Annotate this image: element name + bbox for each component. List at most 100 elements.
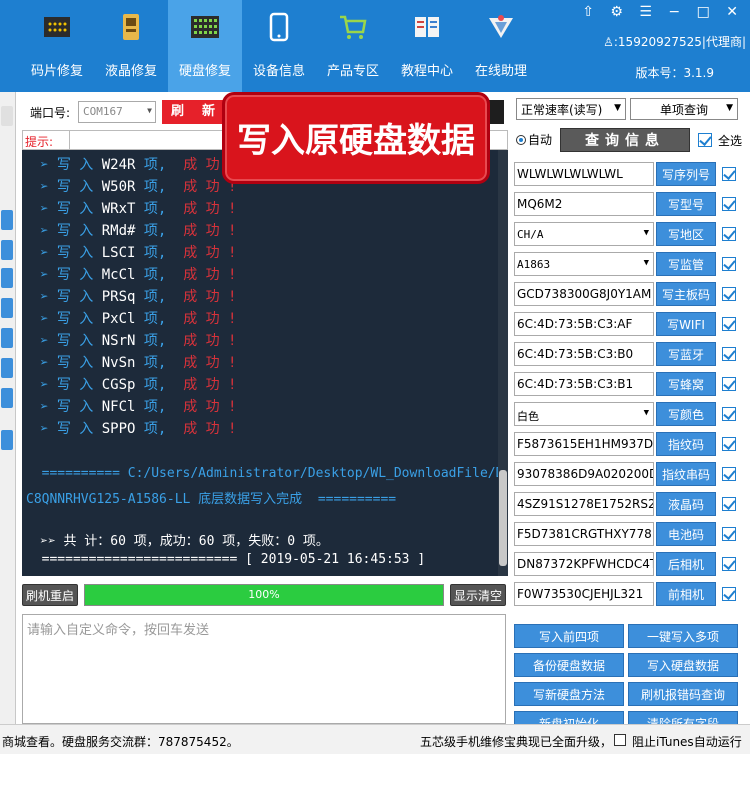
log-register: SPPO bbox=[101, 421, 136, 437]
write-field-button[interactable]: 写主板码 bbox=[656, 282, 716, 306]
write-field-button[interactable]: 写地区 bbox=[656, 222, 716, 246]
field-input[interactable]: 4SZ91S1278E1752RS2A bbox=[514, 492, 654, 516]
write-field-button[interactable]: 指纹串码 bbox=[656, 462, 716, 486]
strip-button[interactable] bbox=[1, 268, 13, 288]
block-itunes-checkbox[interactable] bbox=[614, 734, 626, 746]
auto-radio[interactable]: 自动 bbox=[516, 131, 552, 148]
log-prefix: ➢ 写 入 bbox=[40, 355, 94, 371]
log-register: CGSp bbox=[101, 377, 136, 393]
write-field-button[interactable]: 液晶码 bbox=[656, 492, 716, 516]
action-button[interactable]: 一键写入多项 bbox=[628, 624, 738, 648]
field-checkbox[interactable] bbox=[722, 407, 736, 421]
log-prefix: ➢ 写 入 bbox=[40, 157, 94, 173]
scrollbar-thumb[interactable] bbox=[499, 470, 507, 566]
log-item: 项, bbox=[143, 157, 167, 173]
field-checkbox[interactable] bbox=[722, 527, 736, 541]
write-field-button[interactable]: 写序列号 bbox=[656, 162, 716, 186]
nav-item-chip-repair[interactable]: 码片修复 bbox=[20, 0, 94, 92]
write-field-button[interactable]: 后相机 bbox=[656, 552, 716, 576]
nav-item-products[interactable]: 产品专区 bbox=[316, 0, 390, 92]
write-field-button[interactable]: 指纹码 bbox=[656, 432, 716, 456]
nav-item-lcd-repair[interactable]: 液晶修复 bbox=[94, 0, 168, 92]
field-input[interactable]: F5873615EH1HM937DB bbox=[514, 432, 654, 456]
port-label: 端口号: bbox=[30, 106, 71, 120]
action-button[interactable]: 备份硬盘数据 bbox=[514, 653, 624, 677]
field-input[interactable]: GCD738300G8J0Y1AM bbox=[514, 282, 654, 306]
log-line: ➢ 写 入 PRSq 项, 成 功 ! bbox=[40, 286, 236, 306]
write-field-button[interactable]: 电池码 bbox=[656, 522, 716, 546]
log-item: 项, bbox=[143, 223, 167, 239]
port-select[interactable]: COM167 ▼ bbox=[78, 101, 156, 123]
field-checkbox[interactable] bbox=[722, 587, 736, 601]
write-field-button[interactable]: 写WIFI bbox=[656, 312, 716, 336]
nav-item-label: 硬盘修复 bbox=[178, 64, 231, 79]
strip-button[interactable] bbox=[1, 106, 13, 126]
field-checkbox[interactable] bbox=[722, 197, 736, 211]
action-button[interactable]: 写入硬盘数据 bbox=[628, 653, 738, 677]
command-input[interactable]: 请输入自定义命令，按回车发送 bbox=[22, 614, 506, 724]
field-input[interactable]: MQ6M2 bbox=[514, 192, 654, 216]
strip-button[interactable] bbox=[1, 358, 13, 378]
field-select[interactable]: A1863 ▼ bbox=[514, 252, 654, 276]
strip-button[interactable] bbox=[1, 298, 13, 318]
strip-button[interactable] bbox=[1, 430, 13, 450]
field-checkbox[interactable] bbox=[722, 557, 736, 571]
field-input[interactable]: WLWLWLWLWLWL bbox=[514, 162, 654, 186]
field-checkbox[interactable] bbox=[722, 437, 736, 451]
window-controls[interactable]: ⇧ ⚙ ☰ − □ ✕ bbox=[582, 4, 744, 20]
action-button[interactable]: 刷机报错码查询 bbox=[628, 682, 738, 706]
nav-item-label: 在线助理 bbox=[474, 64, 527, 79]
query-mode-select[interactable]: 单项查询 ▼ bbox=[630, 98, 738, 120]
log-line: ➢ 写 入 CGSp 项, 成 功 ! bbox=[40, 374, 236, 394]
field-input[interactable]: 6C:4D:73:5B:C3:B1 bbox=[514, 372, 654, 396]
field-input[interactable]: 6C:4D:73:5B:C3:B0 bbox=[514, 342, 654, 366]
log-success: 成 功 ! bbox=[183, 399, 237, 415]
select-all-checkbox[interactable] bbox=[698, 133, 712, 147]
log-line: ➢ 写 入 WRxT 项, 成 功 ! bbox=[40, 198, 236, 218]
write-field-button[interactable]: 写型号 bbox=[656, 192, 716, 216]
nav-item-hdd-repair[interactable]: 硬盘修复 bbox=[168, 0, 242, 92]
query-info-button[interactable]: 查询信息 bbox=[560, 128, 690, 152]
field-input[interactable]: F5D7381CRGTHXY778 bbox=[514, 522, 654, 546]
field-select[interactable]: CH/A ▼ bbox=[514, 222, 654, 246]
log-prefix: ➢ 写 入 bbox=[40, 267, 94, 283]
field-checkbox[interactable] bbox=[722, 167, 736, 181]
reboot-button[interactable]: 刷机重启 bbox=[22, 584, 78, 606]
log-line: ➢ 写 入 NvSn 项, 成 功 ! bbox=[40, 352, 236, 372]
strip-button[interactable] bbox=[1, 210, 13, 230]
field-value: 6C:4D:73:5B:C3:B1 bbox=[517, 377, 634, 391]
write-field-button[interactable]: 写监管 bbox=[656, 252, 716, 276]
scrollbar[interactable] bbox=[498, 150, 508, 576]
field-select[interactable]: 白色 ▼ bbox=[514, 402, 654, 426]
field-input[interactable]: 6C:4D:73:5B:C3:AF bbox=[514, 312, 654, 336]
log-item: 项, bbox=[143, 289, 167, 305]
nav-item-device-info[interactable]: 设备信息 bbox=[242, 0, 316, 92]
field-input[interactable]: DN87372KPFWHCDC4T bbox=[514, 552, 654, 576]
write-field-button[interactable]: 写蜂窝 bbox=[656, 372, 716, 396]
action-button[interactable]: 写新硬盘方法 bbox=[514, 682, 624, 706]
field-checkbox[interactable] bbox=[722, 227, 736, 241]
nav-item-tutorials[interactable]: 教程中心 bbox=[390, 0, 464, 92]
field-input[interactable]: 93078386D9A020200D8 bbox=[514, 462, 654, 486]
field-checkbox[interactable] bbox=[722, 317, 736, 331]
action-button[interactable]: 写入前四项 bbox=[514, 624, 624, 648]
log-prefix: ➢ 写 入 bbox=[40, 223, 94, 239]
write-field-button[interactable]: 写蓝牙 bbox=[656, 342, 716, 366]
field-checkbox[interactable] bbox=[722, 347, 736, 361]
log-register: NFCl bbox=[101, 399, 136, 415]
field-checkbox[interactable] bbox=[722, 377, 736, 391]
clear-display-button[interactable]: 显示清空 bbox=[450, 584, 506, 606]
field-checkbox[interactable] bbox=[722, 257, 736, 271]
field-checkbox[interactable] bbox=[722, 287, 736, 301]
field-input[interactable]: F0W73530CJEHJL321 bbox=[514, 582, 654, 606]
strip-button[interactable] bbox=[1, 328, 13, 348]
strip-button[interactable] bbox=[1, 388, 13, 408]
nav-item-online-help[interactable]: 在线助理 bbox=[464, 0, 538, 92]
write-field-button[interactable]: 写颜色 bbox=[656, 402, 716, 426]
strip-button[interactable] bbox=[1, 240, 13, 260]
write-field-button[interactable]: 前相机 bbox=[656, 582, 716, 606]
field-checkbox[interactable] bbox=[722, 497, 736, 511]
field-checkbox[interactable] bbox=[722, 467, 736, 481]
speed-select[interactable]: 正常速率(读写) ▼ bbox=[516, 98, 626, 120]
log-prefix: ➢ 写 入 bbox=[40, 289, 94, 305]
